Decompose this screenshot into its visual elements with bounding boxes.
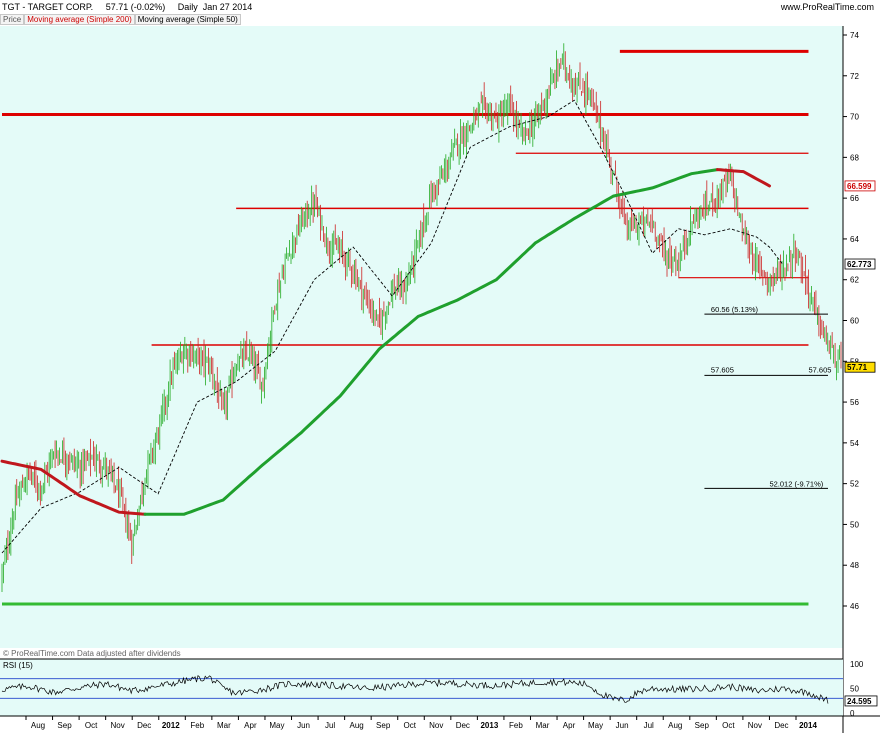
x-tick-label: Aug bbox=[350, 721, 364, 730]
y-tick-label: 62 bbox=[850, 276, 859, 285]
x-tick-label: Feb bbox=[509, 721, 523, 730]
x-tick-label: Aug bbox=[31, 721, 45, 730]
rsi-tick-label: 100 bbox=[850, 660, 864, 669]
x-tick-label: Sep bbox=[376, 721, 391, 730]
y-tick-label: 60 bbox=[850, 317, 859, 326]
y-tick-label: 68 bbox=[850, 153, 859, 162]
rsi-title: RSI (15) bbox=[3, 661, 33, 670]
x-tick-label: Nov bbox=[111, 721, 125, 730]
x-tick-label: Feb bbox=[190, 721, 204, 730]
y-tick-label: 50 bbox=[850, 520, 859, 529]
x-tick-label: Apr bbox=[563, 721, 576, 730]
x-tick-label: May bbox=[588, 721, 603, 730]
x-tick-label: Mar bbox=[536, 721, 550, 730]
price-label: 66.599 bbox=[847, 182, 872, 191]
y-tick-label: 70 bbox=[850, 113, 859, 122]
rsi-last-label: 24.595 bbox=[847, 697, 872, 706]
x-tick-label: Apr bbox=[244, 721, 257, 730]
y-tick-label: 74 bbox=[850, 31, 859, 40]
y-tick-label: 56 bbox=[850, 398, 859, 407]
y-tick-label: 66 bbox=[850, 194, 859, 203]
x-tick-label: Sep bbox=[695, 721, 710, 730]
copyright-label: © ProRealTime.com Data adjusted after di… bbox=[3, 649, 181, 658]
x-tick-label: Sep bbox=[57, 721, 72, 730]
x-tick-label: Jun bbox=[616, 721, 629, 730]
x-tick-label: Jul bbox=[325, 721, 335, 730]
x-tick-label: Mar bbox=[217, 721, 231, 730]
main-panel: 74727068666462605856545250484660.56 (5.1… bbox=[0, 26, 876, 733]
main-plot-bg bbox=[0, 26, 843, 648]
fib-level-label: 57.605 bbox=[808, 365, 831, 374]
x-tick-label: Jun bbox=[297, 721, 310, 730]
fib-level-label: 60.56 (5.13%) bbox=[711, 305, 759, 314]
price-label: 57.71 bbox=[847, 363, 868, 372]
price-label: 62.773 bbox=[847, 260, 872, 269]
x-tick-label: Oct bbox=[403, 721, 416, 730]
y-tick-label: 72 bbox=[850, 72, 859, 81]
fib-level-label: 57.605 bbox=[711, 365, 734, 374]
y-tick-label: 46 bbox=[850, 602, 859, 611]
rsi-plot-bg bbox=[0, 659, 843, 716]
rsi-tick-label: 50 bbox=[850, 685, 859, 694]
fib-level-label: 52.012 (-9.71%) bbox=[769, 479, 823, 488]
x-tick-label: Nov bbox=[748, 721, 762, 730]
x-axis: Aug Sep Oct Nov Dec 2012 Feb Mar Apr May Jun Jul Aug… bbox=[25, 716, 817, 730]
x-tick-label: Nov bbox=[429, 721, 443, 730]
x-tick-label: Dec bbox=[137, 721, 151, 730]
y-tick-label: 54 bbox=[850, 439, 859, 448]
x-tick-label: Dec bbox=[774, 721, 788, 730]
x-tick-label: 2013 bbox=[480, 721, 498, 730]
x-tick-label: 2014 bbox=[799, 721, 817, 730]
x-tick-label: May bbox=[269, 721, 284, 730]
rsi-panel: 100 50 0 24.595 bbox=[0, 658, 880, 718]
x-tick-label: Dec bbox=[456, 721, 470, 730]
y-tick-label: 52 bbox=[850, 480, 859, 489]
x-tick-label: Jul bbox=[644, 721, 654, 730]
x-tick-label: Oct bbox=[85, 721, 98, 730]
rsi-tick-label: 0 bbox=[850, 709, 855, 718]
chart-area: 74727068666462605856545250484660.56 (5.1… bbox=[0, 26, 880, 733]
x-tick-label: Oct bbox=[722, 721, 735, 730]
x-tick-label: Aug bbox=[668, 721, 682, 730]
x-tick-label: 2012 bbox=[162, 721, 180, 730]
y-tick-label: 48 bbox=[850, 561, 859, 570]
y-tick-label: 64 bbox=[850, 235, 859, 244]
